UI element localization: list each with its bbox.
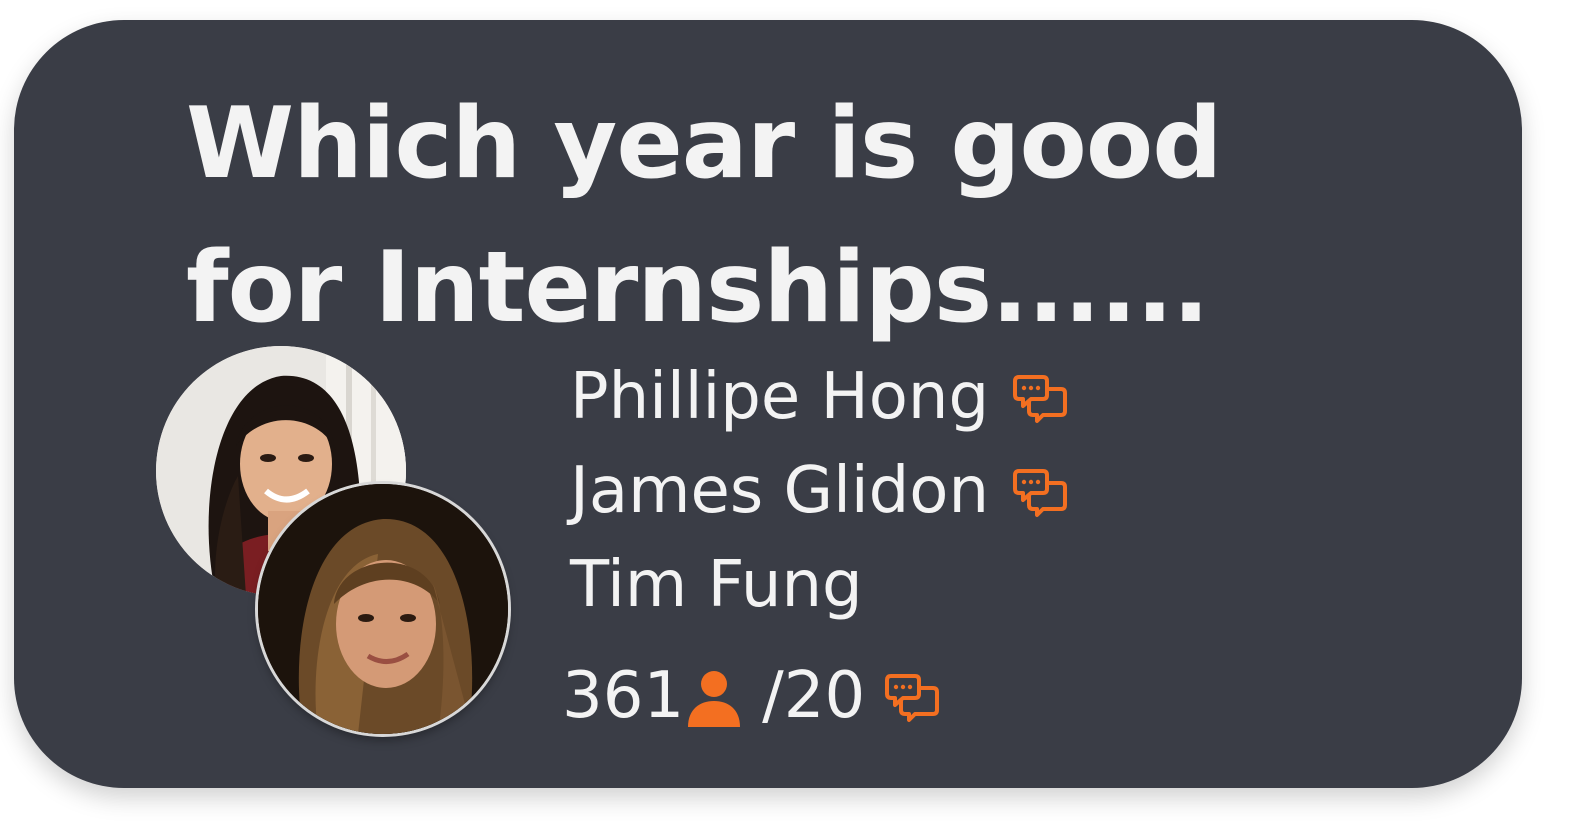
discussion-card[interactable]: Which year is good for Internships...... [14, 20, 1522, 788]
member-count: 361 [562, 659, 685, 733]
avatar-photo-woman-long-hair [258, 484, 508, 734]
participant-avatar[interactable] [258, 484, 508, 734]
participant-row[interactable]: Tim Fung [570, 538, 1069, 632]
participant-row[interactable]: James Glidon [570, 444, 1069, 538]
discussion-title[interactable]: Which year is good for Internships...... [186, 72, 1386, 360]
chat-bubbles-icon[interactable] [885, 672, 941, 726]
participant-list: Phillipe Hong James Glidon Tim Fung [570, 350, 1069, 632]
participant-name[interactable]: James Glidon [570, 454, 989, 528]
discussion-stats: 361 /20 [562, 650, 941, 742]
person-icon [686, 669, 742, 727]
participant-name[interactable]: Tim Fung [570, 548, 863, 622]
participant-row[interactable]: Phillipe Hong [570, 350, 1069, 444]
chat-bubbles-icon[interactable] [1013, 467, 1069, 521]
chat-bubbles-icon[interactable] [1013, 373, 1069, 427]
message-count: /20 [762, 659, 866, 733]
participant-name[interactable]: Phillipe Hong [570, 360, 989, 434]
